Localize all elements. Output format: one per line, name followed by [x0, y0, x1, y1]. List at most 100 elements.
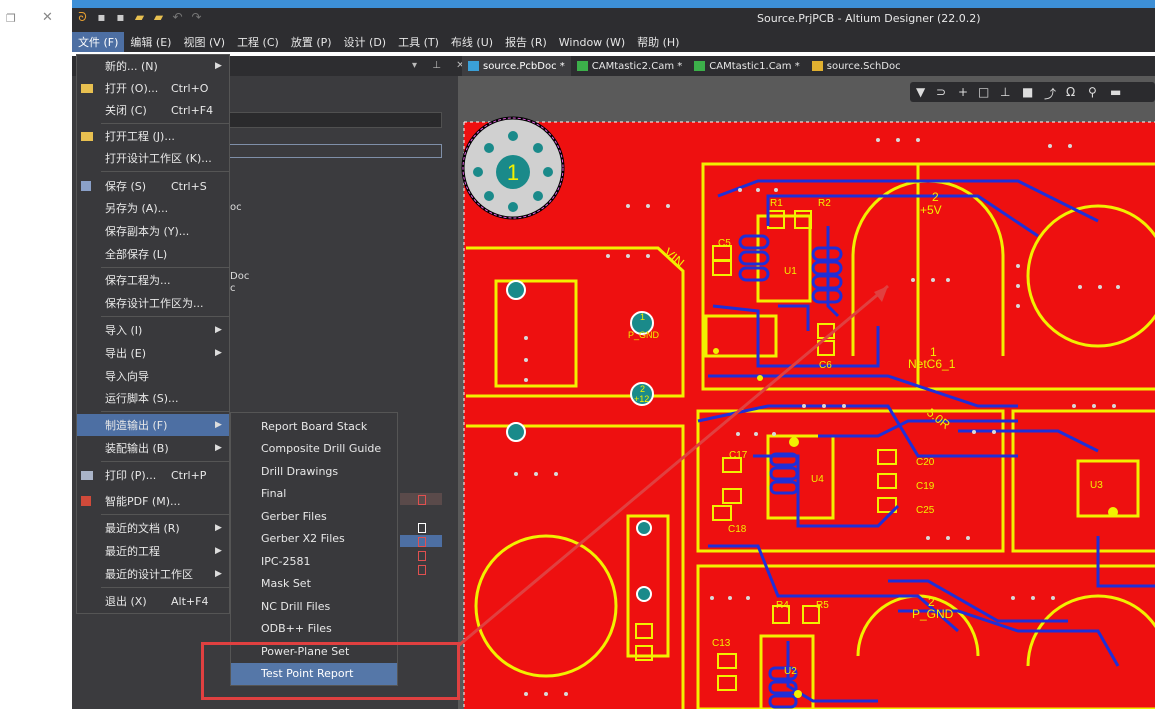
fill-icon[interactable]: ▬ — [1110, 85, 1121, 99]
menu-separator — [101, 267, 229, 268]
menu-reports[interactable]: 报告 (R) — [499, 32, 553, 52]
panel-search-field[interactable] — [228, 112, 442, 128]
menu-design[interactable]: 设计 (D) — [338, 32, 393, 52]
submenu-arrow-icon: ▶ — [215, 443, 222, 453]
pcb-label-p12: +12 — [634, 394, 649, 404]
redo-icon[interactable]: ↷ — [190, 11, 203, 24]
restore-icon[interactable]: ❐ — [6, 12, 16, 25]
pcb-label-gnd-num: 1 — [640, 312, 645, 322]
tab-label: source.PcbDoc * — [483, 60, 565, 72]
pcb-label-u4: U4 — [811, 474, 824, 485]
file-menu-recent-docs[interactable]: 最近的文档 (R) ▶ — [77, 517, 229, 539]
title-bar: ᘐ ▪ ▪ ▰ ▰ ↶ ↷ Source.PrjPCB - Altium Des… — [72, 8, 1155, 32]
pcb-label-pgnd: P_GND — [912, 607, 954, 621]
menu-project[interactable]: 工程 (C) — [231, 32, 285, 52]
file-menu-print[interactable]: 打印 (P)... Ctrl+P — [77, 464, 229, 486]
file-menu-assembly-outputs[interactable]: 装配输出 (B) ▶ — [77, 437, 229, 459]
submenu-arrow-icon: ▶ — [215, 325, 222, 335]
menu-item-label: 全部保存 (L) — [105, 248, 168, 261]
menu-item-label: 关闭 (C) — [105, 104, 147, 117]
panel-selected-row[interactable] — [228, 144, 442, 158]
submenu-gerber-files[interactable]: Gerber Files — [231, 505, 397, 528]
file-menu-save-copy-as[interactable]: 保存副本为 (Y)... — [77, 220, 229, 242]
open-project-icon[interactable]: ▰ — [152, 11, 165, 24]
submenu-nc-drill-files[interactable]: NC Drill Files — [231, 595, 397, 618]
file-menu-recent-workspaces[interactable]: 最近的设计工作区 ▶ — [77, 563, 229, 585]
menu-item-label: 另存为 (A)... — [105, 202, 169, 215]
menu-edit[interactable]: 编辑 (E) — [124, 32, 177, 52]
file-menu-smart-pdf[interactable]: 智能PDF (M)... — [77, 490, 229, 512]
file-menu-fabrication-outputs[interactable]: 制造输出 (F) ▶ — [77, 414, 229, 436]
align-icon[interactable]: ⊥ — [1000, 85, 1010, 99]
file-menu-save-all[interactable]: 全部保存 (L) — [77, 243, 229, 265]
desktop-strip: ❐ ✕ — [0, 0, 72, 709]
file-menu-save-as[interactable]: 另存为 (A)... — [77, 197, 229, 219]
submenu-final[interactable]: Final — [231, 483, 397, 506]
submenu-drill-drawings[interactable]: Drill Drawings — [231, 460, 397, 483]
submenu-mask-set[interactable]: Mask Set — [231, 573, 397, 596]
file-menu-recent-projects[interactable]: 最近的工程 ▶ — [77, 540, 229, 562]
menu-item-label: 打开 (O)... — [105, 82, 159, 95]
tab-camtastic2[interactable]: CAMtastic2.Cam * — [571, 56, 688, 76]
doc-icon — [418, 551, 426, 561]
file-menu: 新的... (N) ▶ 打开 (O)... Ctrl+O 关闭 (C) Ctrl… — [76, 54, 230, 614]
menu-item-label: 装配输出 (B) — [105, 442, 169, 455]
menu-file[interactable]: 文件 (F) — [72, 32, 125, 52]
file-menu-open-project[interactable]: 打开工程 (J)... — [77, 125, 229, 147]
submenu-arrow-icon: ▶ — [215, 569, 222, 579]
file-menu-import-wizard[interactable]: 导入向导 — [77, 365, 229, 387]
file-menu-run-script[interactable]: 运行脚本 (S)... — [77, 387, 229, 409]
file-menu-save[interactable]: 保存 (S) Ctrl+S — [77, 175, 229, 197]
submenu-composite-drill-guide[interactable]: Composite Drill Guide — [231, 438, 397, 461]
crosshair-icon[interactable]: + — [958, 85, 968, 99]
submenu-report-board-stack[interactable]: Report Board Stack — [231, 415, 397, 438]
file-menu-exit[interactable]: 退出 (X) Alt+F4 — [77, 590, 229, 612]
open-icon[interactable]: ▰ — [133, 11, 146, 24]
file-menu-save-project-as[interactable]: 保存工程为... — [77, 269, 229, 291]
component-icon[interactable]: ■ — [1022, 85, 1033, 99]
pcb-label-netc6: NetC6_1 — [908, 357, 956, 371]
pcb-label-c17: C17 — [729, 450, 748, 461]
menu-help[interactable]: 帮助 (H) — [631, 32, 685, 52]
doc-icon — [418, 537, 426, 547]
close-icon[interactable]: ✕ — [42, 10, 53, 25]
pcb-label-c20: C20 — [916, 457, 935, 468]
menu-item-label: 打开设计工作区 (K)... — [105, 152, 212, 165]
menu-bar: 文件 (F) 编辑 (E) 视图 (V) 工程 (C) 放置 (P) 设计 (D… — [72, 32, 1155, 52]
menu-item-label: 智能PDF (M)... — [105, 495, 181, 508]
file-menu-open[interactable]: 打开 (O)... Ctrl+O — [77, 77, 229, 99]
file-menu-close[interactable]: 关闭 (C) Ctrl+F4 — [77, 99, 229, 121]
file-menu-export[interactable]: 导出 (E) ▶ — [77, 342, 229, 364]
file-menu-save-workspace-as[interactable]: 保存设计工作区为... — [77, 292, 229, 314]
doc-icon — [418, 565, 426, 575]
menu-separator — [101, 514, 229, 515]
submenu-odb-files[interactable]: ODB++ Files — [231, 618, 397, 641]
pcb-board-drawing: 1 R1 R2 C5 U1 C6 VIN 2 +5V 1 NetC6_1 1 P… — [458, 116, 1155, 709]
undo-icon[interactable]: ↶ — [171, 11, 184, 24]
route-icon[interactable]: ⊃ — [936, 85, 946, 99]
tab-source-pcbdoc[interactable]: source.PcbDoc * — [462, 56, 571, 76]
submenu-gerber-x2-files[interactable]: Gerber X2 Files — [231, 528, 397, 551]
menu-tools[interactable]: 工具 (T) — [392, 32, 445, 52]
submenu-ipc-2581[interactable]: IPC-2581 — [231, 550, 397, 573]
menu-route[interactable]: 布线 (U) — [445, 32, 499, 52]
select-rect-icon[interactable]: □ — [978, 85, 989, 99]
file-menu-new[interactable]: 新的... (N) ▶ — [77, 55, 229, 77]
save-all-icon[interactable]: ▪ — [114, 11, 127, 24]
pcb-editor-canvas[interactable]: 1 R1 R2 C5 U1 C6 VIN 2 +5V 1 NetC6_1 1 P… — [458, 76, 1155, 709]
save-icon[interactable]: ▪ — [95, 11, 108, 24]
pcb-label-c25: C25 — [916, 505, 935, 516]
sch-doc-icon — [811, 61, 823, 71]
file-menu-import[interactable]: 导入 (I) ▶ — [77, 319, 229, 341]
file-menu-open-workspace[interactable]: 打开设计工作区 (K)... — [77, 147, 229, 169]
tab-source-schdoc[interactable]: source.SchDoc — [806, 56, 907, 76]
filter-icon[interactable]: ▼ — [916, 85, 925, 99]
place-pad-icon[interactable]: ⚲ — [1088, 85, 1097, 99]
menu-window[interactable]: Window (W) — [553, 34, 631, 51]
tab-camtastic1[interactable]: CAMtastic1.Cam * — [688, 56, 805, 76]
menu-view[interactable]: 视图 (V) — [177, 32, 231, 52]
diff-pair-icon[interactable]: Ω — [1066, 85, 1075, 99]
interactive-route-icon[interactable]: ⤴ — [1044, 85, 1056, 102]
menu-place[interactable]: 放置 (P) — [285, 32, 338, 52]
menu-item-shortcut: Ctrl+F4 — [171, 103, 214, 117]
